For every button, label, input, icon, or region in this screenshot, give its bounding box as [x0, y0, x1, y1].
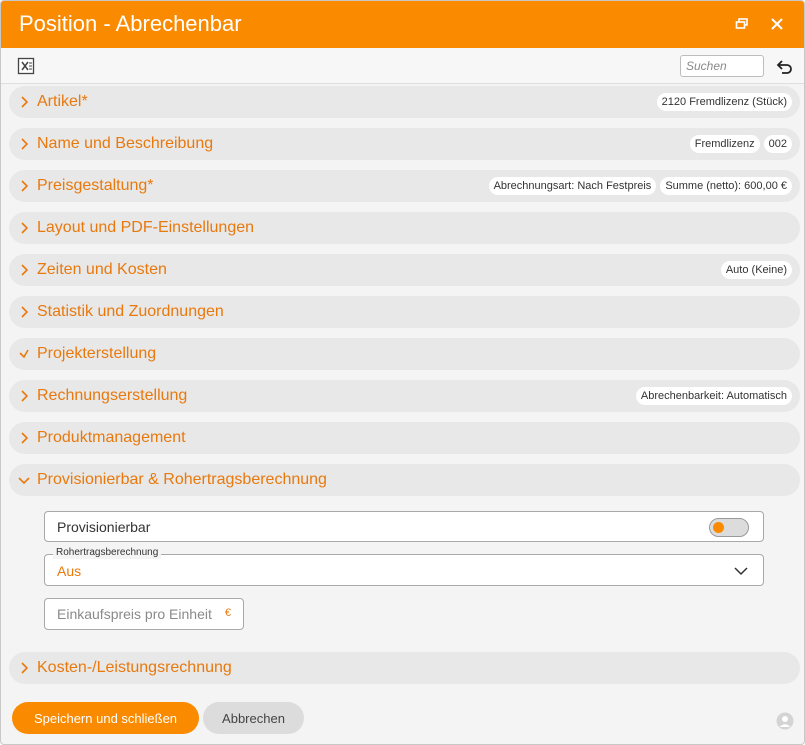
- save-and-close-button[interactable]: Speichern und schließen: [12, 702, 199, 734]
- chevron-right-icon: [21, 432, 29, 444]
- section-label: Layout und PDF-Einstellungen: [37, 219, 255, 236]
- einkaufspreis-field[interactable]: €: [44, 598, 244, 630]
- chevron-right-icon: [21, 306, 29, 318]
- chevron-down-icon: [18, 477, 30, 485]
- provisionierbar-label: Provisionierbar: [57, 519, 151, 535]
- cancel-button[interactable]: Abbrechen: [203, 702, 304, 734]
- section-name-beschreibung[interactable]: Name und Beschreibung Fremdlizenz 002: [9, 128, 800, 160]
- badge: Fremdlizenz: [689, 135, 760, 153]
- section-kosten-leistungsrechnung[interactable]: Kosten-/Leistungsrechnung: [9, 652, 800, 684]
- chevron-right-icon: [21, 222, 29, 234]
- section-provisionierbar[interactable]: Provisionierbar & Rohertragsberechnung: [9, 464, 800, 496]
- restore-window-icon[interactable]: [731, 13, 753, 35]
- badge: 002: [763, 135, 792, 153]
- section-produktmanagement[interactable]: Produktmanagement: [9, 422, 800, 454]
- switch-knob: [713, 522, 724, 533]
- title-bar: Position - Abrechenbar: [1, 1, 804, 48]
- close-icon[interactable]: [766, 13, 788, 35]
- section-label: Rechnungserstellung: [37, 387, 188, 404]
- section-layout-pdf[interactable]: Layout und PDF-Einstellungen: [9, 212, 800, 244]
- user-icon[interactable]: [776, 712, 794, 730]
- provisionierbar-switch[interactable]: [709, 518, 749, 537]
- chevron-down-icon: [734, 567, 748, 576]
- section-zeiten-kosten[interactable]: Zeiten und Kosten Auto (Keine): [9, 254, 800, 286]
- section-artikel[interactable]: Artikel* 2120 Fremdlizenz (Stück): [9, 86, 800, 118]
- rohertragsberechnung-select[interactable]: Rohertragsberechnung Aus: [44, 547, 764, 586]
- toolbar: [1, 48, 804, 84]
- section-projekterstellung[interactable]: Projekterstellung: [9, 338, 800, 370]
- chevron-right-icon: [21, 96, 29, 108]
- section-label: Projekterstellung: [37, 345, 157, 362]
- badge: Summe (netto): 600,00 €: [660, 177, 792, 195]
- provisionierbar-toggle-field[interactable]: Provisionierbar: [44, 511, 764, 542]
- section-label: Produktmanagement: [37, 429, 186, 446]
- rohertragsberechnung-legend: Rohertragsberechnung: [53, 547, 162, 559]
- badge: Abrechenbarkeit: Automatisch: [635, 387, 792, 405]
- excel-export-icon[interactable]: [17, 57, 35, 75]
- section-badges: Fremdlizenz 002: [689, 135, 792, 153]
- chevron-right-icon: [21, 138, 29, 150]
- section-label: Preisgestaltung*: [37, 177, 154, 194]
- badge: 2120 Fremdlizenz (Stück): [656, 93, 792, 111]
- section-label: Name und Beschreibung: [37, 135, 214, 152]
- currency-suffix: €: [224, 607, 231, 619]
- chevron-right-icon: [21, 180, 29, 192]
- chevron-rotating-icon: [19, 349, 29, 359]
- dialog-window: Position - Abrechenbar Suchen Artikel* 2…: [0, 0, 805, 745]
- window-title: Position - Abrechenbar: [19, 11, 242, 36]
- section-badges: 2120 Fremdlizenz (Stück): [656, 93, 792, 111]
- einkaufspreis-input[interactable]: [45, 599, 220, 629]
- rohertragsberechnung-value: Aus: [57, 563, 82, 579]
- undo-icon[interactable]: [774, 56, 794, 76]
- section-preisgestaltung[interactable]: Preisgestaltung* Abrechnungsart: Nach Fe…: [9, 170, 800, 202]
- section-label: Statistik und Zuordnungen: [37, 303, 224, 320]
- section-label: Artikel*: [37, 93, 88, 110]
- section-badges: Abrechenbarkeit: Automatisch: [635, 387, 792, 405]
- section-label: Kosten-/Leistungsrechnung: [37, 659, 232, 676]
- search-input[interactable]: [680, 55, 764, 77]
- section-statistik[interactable]: Statistik und Zuordnungen: [9, 296, 800, 328]
- badge: Auto (Keine): [720, 261, 792, 279]
- chevron-right-icon: [21, 662, 29, 674]
- chevron-right-icon: [21, 390, 29, 402]
- badge: Abrechnungsart: Nach Festpreis: [488, 177, 657, 195]
- section-label: Zeiten und Kosten: [37, 261, 167, 278]
- chevron-right-icon: [21, 264, 29, 276]
- section-label: Provisionierbar & Rohertragsberechnung: [37, 471, 327, 488]
- section-badges: Abrechnungsart: Nach Festpreis Summe (ne…: [488, 177, 792, 195]
- section-badges: Auto (Keine): [720, 261, 792, 279]
- section-rechnungserstellung[interactable]: Rechnungserstellung Abrechenbarkeit: Aut…: [9, 380, 800, 412]
